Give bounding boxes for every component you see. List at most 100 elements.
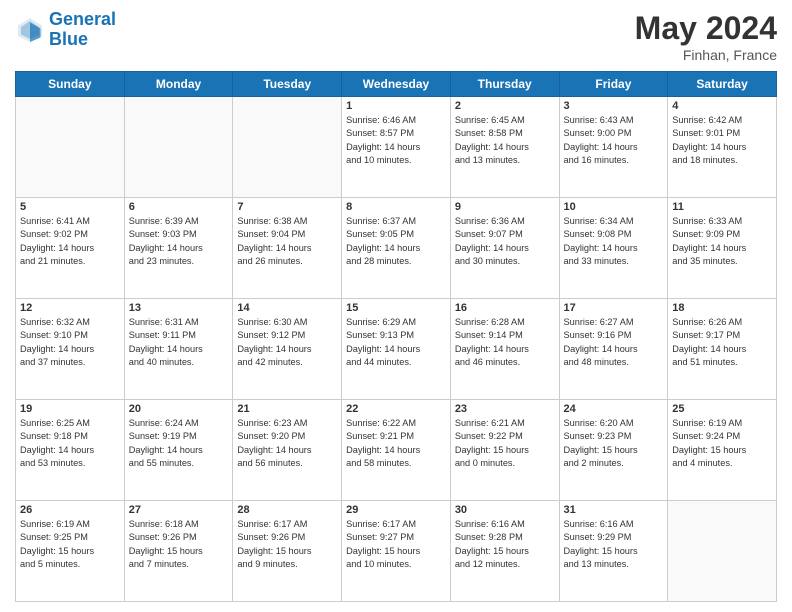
calendar-cell: 23Sunrise: 6:21 AM Sunset: 9:22 PM Dayli… — [450, 400, 559, 501]
day-number: 2 — [455, 100, 555, 112]
cell-info: Sunrise: 6:29 AM Sunset: 9:13 PM Dayligh… — [346, 316, 446, 369]
cell-info: Sunrise: 6:41 AM Sunset: 9:02 PM Dayligh… — [20, 215, 120, 268]
calendar-cell: 22Sunrise: 6:22 AM Sunset: 9:21 PM Dayli… — [342, 400, 451, 501]
calendar-cell: 1 Sunrise: 6:46 AM Sunset: 8:57 PM Daylig… — [342, 97, 451, 198]
day-number: 27 — [129, 504, 229, 516]
day-header-monday: Monday — [124, 72, 233, 97]
day-number: 1 — [346, 100, 446, 112]
cell-info: Sunrise: 6:18 AM Sunset: 9:26 PM Dayligh… — [129, 518, 229, 571]
day-number: 16 — [455, 302, 555, 314]
day-number: 24 — [564, 403, 664, 415]
day-header-sunday: Sunday — [16, 72, 125, 97]
day-number: 6 — [129, 201, 229, 213]
calendar-cell — [668, 501, 777, 602]
header: General Blue May 2024 Finhan, France — [15, 10, 777, 63]
calendar-week-3: 12 Sunrise: 6:32 AM Sunset: 9:10 PM Dayli… — [16, 299, 777, 400]
day-header-saturday: Saturday — [668, 72, 777, 97]
logo-line2: Blue — [49, 29, 88, 49]
day-number: 25 — [672, 403, 772, 415]
day-number: 29 — [346, 504, 446, 516]
day-number: 11 — [672, 201, 772, 213]
page: General Blue May 2024 Finhan, France Sun… — [0, 0, 792, 612]
cell-info: Sunrise: 6:17 AM Sunset: 9:26 PM Dayligh… — [237, 518, 337, 571]
logo-line1: General — [49, 9, 116, 29]
calendar-cell: 12 Sunrise: 6:32 AM Sunset: 9:10 PM Dayli… — [16, 299, 125, 400]
day-number: 3 — [564, 100, 664, 112]
calendar-cell: 17 Sunrise: 6:27 AM Sunset: 9:16 PM Dayli… — [559, 299, 668, 400]
calendar-cell: 14 Sunrise: 6:30 AM Sunset: 9:12 PM Dayli… — [233, 299, 342, 400]
cell-info: Sunrise: 6:19 AM Sunset: 9:25 PM Dayligh… — [20, 518, 120, 571]
cell-info: Sunrise: 6:26 AM Sunset: 9:17 PM Dayligh… — [672, 316, 772, 369]
calendar-cell: 20Sunrise: 6:24 AM Sunset: 9:19 PM Dayli… — [124, 400, 233, 501]
day-number: 20 — [129, 403, 229, 415]
calendar-week-5: 26Sunrise: 6:19 AM Sunset: 9:25 PM Dayli… — [16, 501, 777, 602]
cell-info: Sunrise: 6:28 AM Sunset: 9:14 PM Dayligh… — [455, 316, 555, 369]
calendar-cell: 25Sunrise: 6:19 AM Sunset: 9:24 PM Dayli… — [668, 400, 777, 501]
calendar-header-row: SundayMondayTuesdayWednesdayThursdayFrid… — [16, 72, 777, 97]
calendar-cell: 6 Sunrise: 6:39 AM Sunset: 9:03 PM Daylig… — [124, 198, 233, 299]
day-header-thursday: Thursday — [450, 72, 559, 97]
cell-info: Sunrise: 6:38 AM Sunset: 9:04 PM Dayligh… — [237, 215, 337, 268]
day-number: 4 — [672, 100, 772, 112]
calendar-cell: 27 Sunrise: 6:18 AM Sunset: 9:26 PM Dayli… — [124, 501, 233, 602]
logo: General Blue — [15, 10, 116, 50]
cell-info: Sunrise: 6:46 AM Sunset: 8:57 PM Dayligh… — [346, 114, 446, 167]
day-number: 12 — [20, 302, 120, 314]
calendar-week-2: 5 Sunrise: 6:41 AM Sunset: 9:02 PM Daylig… — [16, 198, 777, 299]
calendar-cell: 13 Sunrise: 6:31 AM Sunset: 9:11 PM Dayli… — [124, 299, 233, 400]
calendar-cell: 10Sunrise: 6:34 AM Sunset: 9:08 PM Dayli… — [559, 198, 668, 299]
calendar-cell: 31 Sunrise: 6:16 AM Sunset: 9:29 PM Dayli… — [559, 501, 668, 602]
day-header-tuesday: Tuesday — [233, 72, 342, 97]
day-number: 21 — [237, 403, 337, 415]
location: Finhan, France — [635, 47, 777, 63]
cell-info: Sunrise: 6:39 AM Sunset: 9:03 PM Dayligh… — [129, 215, 229, 268]
logo-icon — [15, 15, 45, 45]
day-number: 19 — [20, 403, 120, 415]
calendar-cell — [233, 97, 342, 198]
calendar-cell: 21 Sunrise: 6:23 AM Sunset: 9:20 PM Dayli… — [233, 400, 342, 501]
cell-info: Sunrise: 6:33 AM Sunset: 9:09 PM Dayligh… — [672, 215, 772, 268]
calendar-cell — [124, 97, 233, 198]
day-number: 15 — [346, 302, 446, 314]
day-number: 30 — [455, 504, 555, 516]
day-number: 9 — [455, 201, 555, 213]
day-number: 8 — [346, 201, 446, 213]
calendar-week-4: 19 Sunrise: 6:25 AM Sunset: 9:18 PM Dayli… — [16, 400, 777, 501]
cell-info: Sunrise: 6:37 AM Sunset: 9:05 PM Dayligh… — [346, 215, 446, 268]
cell-info: Sunrise: 6:21 AM Sunset: 9:22 PM Dayligh… — [455, 417, 555, 470]
calendar-cell: 5 Sunrise: 6:41 AM Sunset: 9:02 PM Daylig… — [16, 198, 125, 299]
cell-info: Sunrise: 6:36 AM Sunset: 9:07 PM Dayligh… — [455, 215, 555, 268]
day-number: 5 — [20, 201, 120, 213]
calendar-cell: 15 Sunrise: 6:29 AM Sunset: 9:13 PM Dayli… — [342, 299, 451, 400]
day-number: 7 — [237, 201, 337, 213]
cell-info: Sunrise: 6:16 AM Sunset: 9:29 PM Dayligh… — [564, 518, 664, 571]
cell-info: Sunrise: 6:17 AM Sunset: 9:27 PM Dayligh… — [346, 518, 446, 571]
calendar-cell: 24 Sunrise: 6:20 AM Sunset: 9:23 PM Dayli… — [559, 400, 668, 501]
calendar-cell: 2 Sunrise: 6:45 AM Sunset: 8:58 PM Daylig… — [450, 97, 559, 198]
day-number: 14 — [237, 302, 337, 314]
cell-info: Sunrise: 6:23 AM Sunset: 9:20 PM Dayligh… — [237, 417, 337, 470]
title-area: May 2024 Finhan, France — [635, 10, 777, 63]
calendar-cell: 28 Sunrise: 6:17 AM Sunset: 9:26 PM Dayli… — [233, 501, 342, 602]
cell-info: Sunrise: 6:16 AM Sunset: 9:28 PM Dayligh… — [455, 518, 555, 571]
calendar-cell: 29 Sunrise: 6:17 AM Sunset: 9:27 PM Dayli… — [342, 501, 451, 602]
day-number: 31 — [564, 504, 664, 516]
day-number: 28 — [237, 504, 337, 516]
calendar-cell: 9 Sunrise: 6:36 AM Sunset: 9:07 PM Daylig… — [450, 198, 559, 299]
calendar-cell: 3Sunrise: 6:43 AM Sunset: 9:00 PM Daylig… — [559, 97, 668, 198]
calendar-cell: 7 Sunrise: 6:38 AM Sunset: 9:04 PM Daylig… — [233, 198, 342, 299]
day-number: 17 — [564, 302, 664, 314]
cell-info: Sunrise: 6:31 AM Sunset: 9:11 PM Dayligh… — [129, 316, 229, 369]
cell-info: Sunrise: 6:25 AM Sunset: 9:18 PM Dayligh… — [20, 417, 120, 470]
day-number: 22 — [346, 403, 446, 415]
cell-info: Sunrise: 6:27 AM Sunset: 9:16 PM Dayligh… — [564, 316, 664, 369]
cell-info: Sunrise: 6:20 AM Sunset: 9:23 PM Dayligh… — [564, 417, 664, 470]
day-number: 13 — [129, 302, 229, 314]
calendar-week-1: 1 Sunrise: 6:46 AM Sunset: 8:57 PM Daylig… — [16, 97, 777, 198]
cell-info: Sunrise: 6:32 AM Sunset: 9:10 PM Dayligh… — [20, 316, 120, 369]
cell-info: Sunrise: 6:30 AM Sunset: 9:12 PM Dayligh… — [237, 316, 337, 369]
day-number: 18 — [672, 302, 772, 314]
calendar-cell: 26Sunrise: 6:19 AM Sunset: 9:25 PM Dayli… — [16, 501, 125, 602]
day-header-friday: Friday — [559, 72, 668, 97]
cell-info: Sunrise: 6:45 AM Sunset: 8:58 PM Dayligh… — [455, 114, 555, 167]
